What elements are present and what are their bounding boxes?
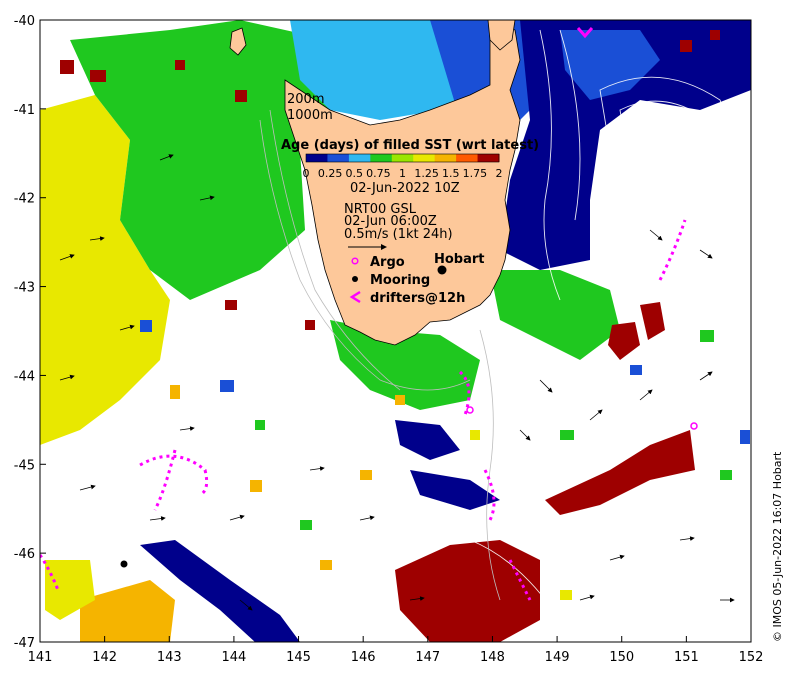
y-tick-label: -42 xyxy=(14,192,35,207)
colorbar-tick-label: 2 xyxy=(496,167,503,180)
depth-label-200m: 200m xyxy=(287,92,324,107)
colorbar-tick-label: 0.5 xyxy=(346,167,364,180)
y-tick-label: -41 xyxy=(14,103,35,118)
x-tick-label: 148 xyxy=(480,650,505,665)
credit-label: © IMOS 05-Jun-2022 16:07 Hobart xyxy=(771,451,784,642)
y-tick-label: -47 xyxy=(14,636,35,651)
colorbar-tick-labels: 0 0.25 0.5 0.75 1 1.25 1.5 1.75 2 xyxy=(303,167,503,180)
colorbar-swatch xyxy=(327,154,350,162)
drifters-legend-label: drifters@12h xyxy=(370,291,465,306)
x-tick-label: 145 xyxy=(286,650,311,665)
sst-age-map-figure: 200m 1000m Age (days) of filled SST (wrt… xyxy=(0,0,793,678)
colorbar-swatch xyxy=(434,154,457,162)
map-date: 02-Jun-2022 10Z xyxy=(350,181,460,196)
x-tick-label: 150 xyxy=(609,650,634,665)
y-tick-label: -45 xyxy=(14,458,35,473)
velocity-scale-label: 0.5m/s (1kt 24h) xyxy=(344,227,453,242)
mooring-legend-icon xyxy=(352,276,358,282)
colorbar-tick-label: 1 xyxy=(399,167,406,180)
x-tick-label: 151 xyxy=(674,650,699,665)
x-tick-label: 146 xyxy=(351,650,376,665)
colorbar-tick-label: 0 xyxy=(303,167,310,180)
depth-label-1000m: 1000m xyxy=(287,108,333,123)
argo-legend-label: Argo xyxy=(370,255,405,270)
y-tick-label: -46 xyxy=(14,547,35,562)
colorbar-tick-label: 1.5 xyxy=(442,167,460,180)
colorbar-swatch xyxy=(370,154,393,162)
plot-area xyxy=(40,20,751,642)
colorbar-swatch xyxy=(391,154,414,162)
colorbar-title: Age (days) of filled SST (wrt latest) xyxy=(281,138,539,153)
colorbar-swatch xyxy=(477,154,500,162)
colorbar-swatch xyxy=(348,154,371,162)
place-label-hobart: Hobart xyxy=(434,252,485,267)
x-tick-label: 149 xyxy=(545,650,570,665)
colorbar-swatch xyxy=(456,154,479,162)
y-tick-label: -40 xyxy=(14,14,35,29)
x-tick-label: 147 xyxy=(415,650,440,665)
x-tick-label: 144 xyxy=(221,650,246,665)
colorbar-tick-label: 0.25 xyxy=(318,167,343,180)
colorbar-swatch xyxy=(413,154,436,162)
mooring-legend-label: Mooring xyxy=(370,273,430,288)
x-tick-label: 152 xyxy=(739,650,764,665)
x-tick-label: 143 xyxy=(157,650,182,665)
colorbar-swatch xyxy=(306,154,328,162)
colorbar-swatches xyxy=(305,153,500,163)
y-tick-label: -44 xyxy=(14,369,35,384)
colorbar-tick-label: 1.75 xyxy=(463,167,488,180)
mooring-marker-southwest xyxy=(120,560,128,568)
x-tick-label: 142 xyxy=(92,650,117,665)
y-tick-label: -43 xyxy=(14,281,35,296)
colorbar-tick-label: 1.25 xyxy=(414,167,439,180)
x-tick-label: 141 xyxy=(28,650,53,665)
colorbar-tick-label: 0.75 xyxy=(366,167,391,180)
